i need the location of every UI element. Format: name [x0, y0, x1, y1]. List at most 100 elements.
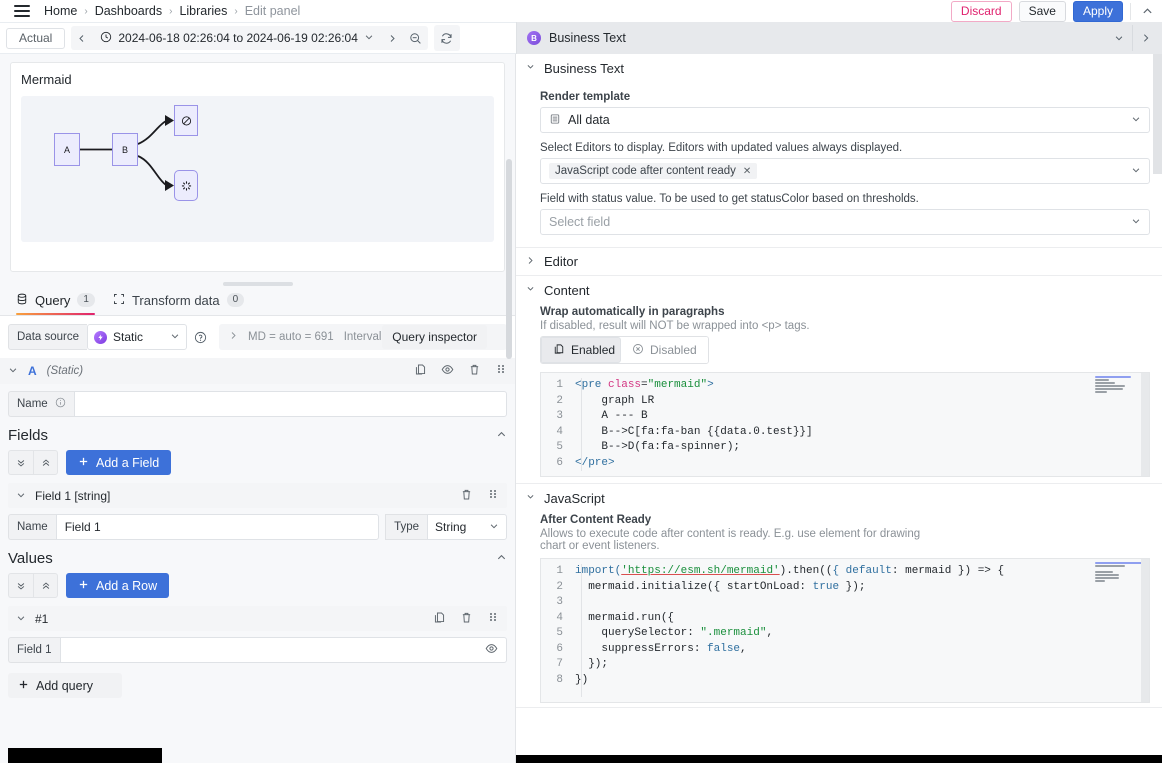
content-code-minimap[interactable]	[1095, 375, 1147, 401]
tab-transform-data[interactable]: Transform data 0	[113, 285, 244, 315]
chevron-right-icon[interactable]	[382, 26, 403, 50]
breadcrumb-item-dashboards[interactable]: Dashboards	[95, 4, 162, 18]
code-content: mermaid.run({	[575, 611, 1149, 627]
copy-icon[interactable]	[433, 611, 446, 627]
breadcrumb-item-edit-panel: Edit panel	[245, 4, 301, 18]
trash-icon[interactable]	[460, 611, 473, 627]
plus-icon	[78, 579, 89, 593]
discard-button[interactable]: Discard	[951, 1, 1012, 22]
wrap-disabled-option[interactable]: Disabled	[621, 337, 708, 363]
javascript-code-scrollbar[interactable]	[1141, 559, 1149, 702]
render-template-select[interactable]: All data	[540, 107, 1150, 133]
double-chevron-down-icon[interactable]	[8, 450, 33, 475]
value-field-row: Field 1	[0, 631, 515, 663]
section-content-header[interactable]: Content	[516, 276, 1162, 304]
left-pane: Mermaid A B	[0, 54, 516, 763]
field-name-input[interactable]: Field 1	[56, 514, 379, 540]
save-button[interactable]: Save	[1019, 1, 1066, 22]
chevron-down-icon[interactable]	[1106, 25, 1132, 51]
chevron-right-icon[interactable]	[1132, 25, 1158, 51]
chevron-down-icon	[1131, 165, 1141, 178]
zoom-out-icon[interactable]	[403, 26, 428, 50]
mermaid-node-b: B	[112, 133, 138, 166]
code-line: 4 B-->C[fa:fa-ban {{data.0.test}}]	[541, 425, 1149, 441]
chevron-left-icon[interactable]	[71, 26, 92, 50]
chevron-down-icon[interactable]	[8, 365, 18, 378]
content-code-scrollbar[interactable]	[1141, 373, 1149, 476]
list-icon	[549, 113, 561, 128]
options-pane-scrollbar[interactable]	[1153, 54, 1162, 174]
code-line: 7 });	[541, 657, 1149, 673]
editors-multiselect[interactable]: JavaScript code after content ready ✕	[540, 158, 1150, 184]
add-row-button[interactable]: Add a Row	[66, 573, 169, 598]
refresh-icon[interactable]	[434, 25, 460, 51]
query-ref-id[interactable]: A	[28, 364, 37, 378]
trash-icon[interactable]	[468, 363, 481, 379]
breadcrumb-item-home[interactable]: Home	[44, 4, 77, 18]
code-line: 8})	[541, 673, 1149, 689]
actual-button[interactable]: Actual	[6, 28, 65, 49]
top-actions: Discard Save Apply	[951, 1, 1156, 22]
double-chevron-down-icon[interactable]	[8, 573, 33, 598]
field-type-select[interactable]: String	[427, 514, 507, 540]
chevron-up-icon[interactable]	[496, 429, 507, 443]
chevron-down-icon[interactable]	[16, 612, 26, 626]
trash-icon[interactable]	[460, 488, 473, 504]
section-javascript-header[interactable]: JavaScript	[516, 484, 1162, 512]
copy-icon[interactable]	[414, 363, 427, 379]
chevron-down-icon	[1131, 114, 1141, 127]
add-field-button[interactable]: Add a Field	[66, 450, 171, 475]
chevron-up-icon[interactable]	[1138, 3, 1156, 21]
time-range-picker[interactable]: 2024-06-18 02:26:04 to 2024-06-19 02:26:…	[92, 26, 382, 50]
status-field-select[interactable]: Select field	[540, 209, 1150, 235]
add-query-button[interactable]: Add query	[8, 673, 122, 698]
mermaid-node-c	[174, 105, 198, 136]
section-content: Content Wrap automatically in paragraphs…	[516, 276, 1162, 484]
datasource-value: Static	[113, 330, 143, 344]
render-template-label: Render template	[540, 91, 1150, 103]
apply-button[interactable]: Apply	[1073, 1, 1123, 22]
eye-icon[interactable]	[441, 363, 454, 379]
line-number: 4	[541, 611, 575, 627]
line-number: 1	[541, 564, 575, 580]
double-chevron-up-icon[interactable]	[33, 573, 58, 598]
query-inspector-button[interactable]: Query inspector	[382, 325, 487, 349]
info-circle-icon[interactable]	[55, 397, 66, 411]
left-pane-scrollbar[interactable]	[506, 159, 512, 359]
double-chevron-up-icon[interactable]	[33, 450, 58, 475]
drag-handle-icon[interactable]	[495, 363, 507, 379]
ban-icon	[175, 115, 197, 126]
render-template-value: All data	[568, 113, 610, 127]
close-icon[interactable]: ✕	[743, 166, 751, 177]
chevron-right-icon	[526, 256, 534, 268]
javascript-code-editor[interactable]: 1import('https://esm.sh/mermaid').then((…	[540, 558, 1150, 703]
line-number: 7	[541, 657, 575, 673]
section-editor-header[interactable]: Editor	[516, 248, 1162, 275]
drag-handle-icon[interactable]	[487, 488, 499, 504]
editor-gutter-line	[581, 378, 582, 471]
hamburger-icon[interactable]	[14, 5, 30, 17]
content-code-editor[interactable]: 1<pre class="mermaid">2 graph LR3 A --- …	[540, 372, 1150, 477]
line-number: 5	[541, 626, 575, 642]
tab-query[interactable]: Query 1	[16, 285, 95, 315]
chevron-down-icon[interactable]	[364, 31, 374, 45]
code-line: 3 A --- B	[541, 409, 1149, 425]
breadcrumb-item-libraries[interactable]: Libraries	[179, 4, 227, 18]
javascript-code-minimap[interactable]	[1095, 561, 1147, 587]
fields-title: Fields	[8, 427, 48, 444]
line-number: 2	[541, 394, 575, 410]
help-circle-icon[interactable]	[187, 324, 213, 350]
code-content: B-->C[fa:fa-ban {{data.0.test}}]	[575, 425, 1149, 441]
drag-handle-icon[interactable]	[487, 611, 499, 627]
chevron-down-icon[interactable]	[16, 489, 26, 503]
query-name-input[interactable]	[74, 391, 507, 417]
wrap-enabled-option[interactable]: Enabled	[541, 337, 621, 363]
line-number: 2	[541, 580, 575, 596]
eye-icon[interactable]	[485, 642, 498, 658]
value-field-input[interactable]	[60, 637, 507, 663]
section-business-text-header[interactable]: Business Text	[516, 54, 1162, 82]
datasource-picker[interactable]: Static	[87, 324, 187, 350]
line-number: 4	[541, 425, 575, 441]
chevron-up-icon[interactable]	[496, 552, 507, 566]
time-range-value: 2024-06-18 02:26:04 to 2024-06-19 02:26:…	[118, 31, 358, 45]
